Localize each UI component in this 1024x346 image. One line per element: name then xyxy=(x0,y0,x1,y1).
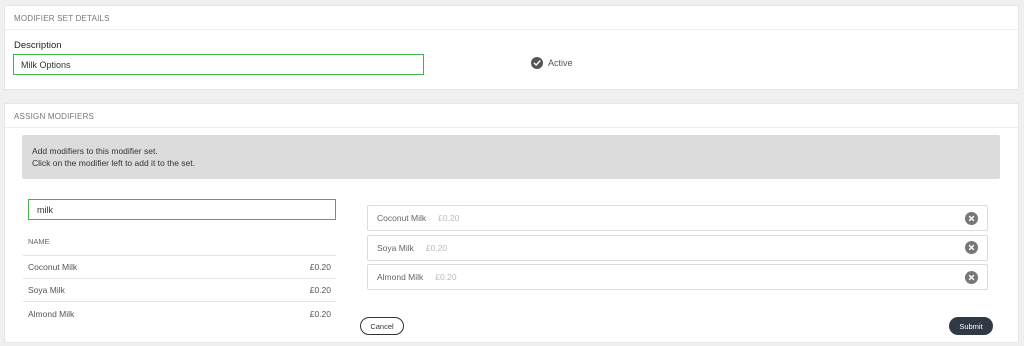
modifier-price: £0.20 xyxy=(309,308,331,319)
assigned-modifiers-list: Coconut Milk £0.20 Soya Milk £0.20 Almon… xyxy=(367,205,988,294)
modifier-name: Almond Milk xyxy=(28,308,75,319)
modifier-name: Coconut Milk xyxy=(28,262,78,272)
submit-button[interactable]: Submit xyxy=(949,317,993,335)
assigned-modifier-name: Coconut Milk xyxy=(377,213,427,223)
cancel-button[interactable]: Cancel xyxy=(360,317,404,335)
assigned-modifier-name: Almond Milk xyxy=(377,272,424,282)
details-panel-header: MODIFIER SET DETAILS xyxy=(5,6,1018,30)
modifier-set-details-panel: MODIFIER SET DETAILS Description Active xyxy=(4,5,1019,90)
assign-panel-header: ASSIGN MODIFIERS xyxy=(5,104,1018,128)
available-modifier-row[interactable]: Soya Milk £0.20 xyxy=(23,279,336,302)
name-column-header: NAME xyxy=(28,237,50,246)
available-modifier-row[interactable]: Almond Milk £0.20 xyxy=(23,302,336,325)
modifier-search-input[interactable] xyxy=(28,199,336,220)
description-label: Description xyxy=(14,40,62,51)
active-label: Active xyxy=(548,58,573,68)
info-line-2: Click on the modifier left to add it to … xyxy=(32,158,195,168)
modifier-price: £0.20 xyxy=(309,285,331,295)
assigned-modifier-price: £0.20 xyxy=(438,213,460,223)
assigned-modifier-item: Almond Milk £0.20 xyxy=(367,264,988,290)
info-box: Add modifiers to this modifier set. Clic… xyxy=(22,135,1000,179)
assign-modifiers-panel: ASSIGN MODIFIERS Add modifiers to this m… xyxy=(4,103,1019,343)
assigned-modifier-item: Soya Milk £0.20 xyxy=(367,234,988,261)
modifier-price: £0.20 xyxy=(309,262,331,272)
modifier-name: Soya Milk xyxy=(28,285,65,295)
active-toggle[interactable]: Active xyxy=(531,57,573,69)
available-modifier-row[interactable]: Coconut Milk £0.20 xyxy=(23,256,336,279)
assigned-modifier-item: Coconut Milk £0.20 xyxy=(367,205,988,231)
check-circle-icon xyxy=(531,57,543,69)
assigned-modifier-name: Soya Milk xyxy=(377,242,414,253)
available-modifiers-list: Coconut Milk £0.20 Soya Milk £0.20 Almon… xyxy=(23,255,336,325)
description-input[interactable] xyxy=(13,54,424,75)
assigned-modifier-price: £0.20 xyxy=(425,242,448,253)
assigned-modifier-price: £0.20 xyxy=(435,272,457,282)
info-line-1: Add modifiers to this modifier set. xyxy=(32,146,158,156)
remove-circle-icon[interactable] xyxy=(965,270,978,284)
remove-circle-icon[interactable] xyxy=(965,241,978,254)
remove-circle-icon[interactable] xyxy=(965,211,978,225)
